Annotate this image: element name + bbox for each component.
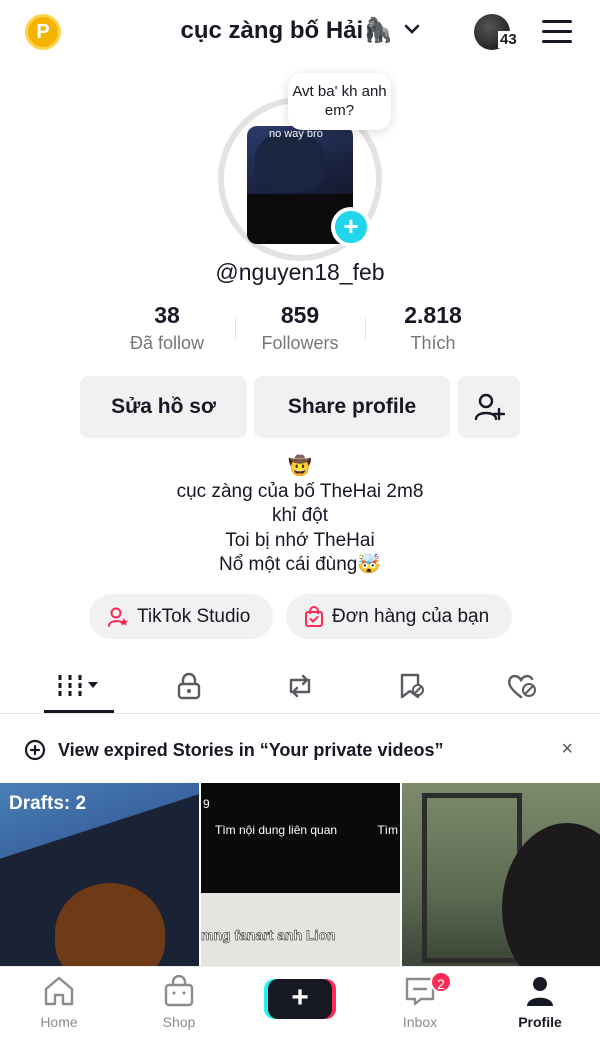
nav-home[interactable]: Home [19, 975, 99, 1030]
tab-reposts[interactable] [270, 664, 330, 708]
edit-profile-button[interactable]: Sửa hồ sơ [80, 376, 247, 438]
drafts-thumbnail[interactable]: Drafts: 2 [0, 783, 199, 966]
followers-count: 859 [280, 302, 320, 328]
heart-hidden-icon [507, 674, 536, 699]
followers-label: Followers [261, 333, 339, 353]
bottom-nav: Home Shop + Inbox 2 Profile [0, 966, 600, 1038]
stat-divider [365, 318, 366, 340]
inbox-badge: 2 [430, 971, 452, 993]
add-story-button[interactable]: + [331, 207, 371, 247]
story-plus-icon [24, 739, 46, 761]
following-count: 38 [154, 302, 180, 328]
add-user-icon [474, 393, 505, 421]
bio-line: khỉ đột [272, 505, 328, 526]
tabs-divider [0, 713, 600, 714]
account-title[interactable]: cục zàng bố Hải🦍 [180, 16, 393, 45]
tab-liked[interactable] [492, 664, 552, 708]
tiktok-studio-button[interactable]: TikTok Studio [89, 594, 273, 639]
stat-likes[interactable]: 2.818 Thích [378, 302, 488, 354]
menu-icon[interactable] [542, 20, 572, 44]
shopping-bag-icon [305, 605, 323, 627]
orders-label: Đơn hàng của bạn [332, 605, 490, 627]
expired-stories-banner[interactable]: View expired Stories in “Your private vi… [0, 722, 600, 778]
likes-label: Thích [410, 333, 456, 353]
bookmark-hidden-icon [400, 673, 424, 699]
nav-profile[interactable]: Profile [500, 975, 580, 1030]
stat-followers[interactable]: 859 Followers [245, 302, 355, 354]
bio-emoji: 🤠 [288, 456, 312, 477]
likes-count: 2.818 [404, 302, 462, 328]
thumb-digit: 9 [203, 797, 210, 811]
stat-following[interactable]: 38 Đã follow [112, 302, 222, 354]
close-icon[interactable]: × [561, 738, 573, 761]
video-thumbnail[interactable]: 9 Tìm nội dung liên quan Tìm mng fanart … [201, 783, 400, 966]
orders-button[interactable]: Đơn hàng của bạn [286, 594, 512, 639]
repost-icon [289, 674, 311, 698]
nav-home-label: Home [40, 1014, 78, 1030]
bio-line: Nổ một cái đùng🤯 [218, 554, 381, 575]
nav-shop-label: Shop [162, 1014, 196, 1030]
friends-count: 43 [498, 31, 519, 48]
create-button[interactable]: + [268, 979, 332, 1019]
studio-label: TikTok Studio [137, 605, 251, 627]
drafts-label: Drafts: 2 [9, 793, 87, 814]
home-icon [44, 976, 74, 1006]
top-bar: P cục zàng bố Hải🦍 43 [0, 0, 600, 64]
nav-shop[interactable]: Shop [139, 974, 219, 1030]
thumb-subtitle: mng fanart anh Lion [201, 927, 336, 944]
bio-line: Toi bị nhớ TheHai [225, 529, 375, 551]
tab-videos[interactable] [49, 664, 109, 708]
tab-saved[interactable] [382, 664, 442, 708]
lock-icon [177, 672, 201, 700]
stat-divider [235, 318, 236, 340]
studio-user-icon [108, 607, 128, 627]
tab-private[interactable] [159, 664, 219, 708]
profile-icon [527, 977, 553, 1006]
share-profile-button[interactable]: Share profile [254, 376, 450, 438]
username-handle: @nguyen18_feb [215, 259, 385, 285]
thumb-search-bar: Tìm nội dung liên quan Tìm [201, 823, 400, 845]
note-bubble[interactable]: Avt ba' kh anh em? [288, 73, 391, 130]
following-label: Đã follow [129, 333, 205, 353]
thumb-search-text: Tìm nội dung liên quan [215, 823, 338, 837]
grid-icon [58, 675, 98, 697]
banner-text: View expired Stories in “Your private vi… [58, 739, 444, 760]
bio-line: cục zàng của bố TheHai 2m8 [176, 480, 424, 502]
video-thumbnail[interactable] [402, 783, 600, 966]
nav-inbox-label: Inbox [402, 1014, 438, 1030]
shop-bag-icon [164, 974, 194, 1007]
thumb-search-right: Tìm [377, 823, 398, 837]
chevron-down-icon[interactable] [404, 24, 420, 35]
add-friend-button[interactable] [458, 376, 520, 438]
bio: 🤠 cục zàng của bố TheHai 2m8 khỉ đột Toi… [0, 455, 600, 578]
nav-profile-label: Profile [518, 1014, 562, 1030]
